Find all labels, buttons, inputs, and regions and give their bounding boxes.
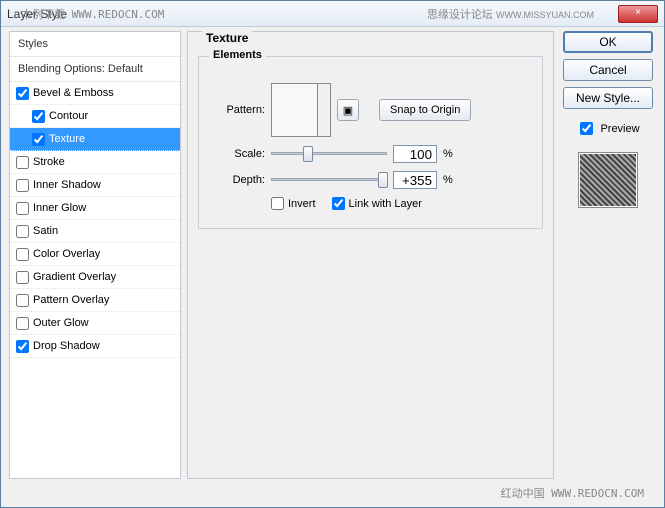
style-item-pattern-overlay[interactable]: Pattern Overlay — [10, 289, 180, 312]
preview-swatch — [578, 152, 638, 208]
invert-option[interactable]: Invert — [271, 197, 316, 210]
style-checkbox[interactable] — [16, 271, 29, 284]
style-checkbox[interactable] — [16, 202, 29, 215]
slider-thumb[interactable] — [378, 172, 388, 188]
depth-input[interactable] — [393, 171, 437, 189]
style-item-satin[interactable]: Satin — [10, 220, 180, 243]
depth-slider[interactable] — [271, 172, 387, 188]
style-checkbox[interactable] — [32, 110, 45, 123]
style-checkbox[interactable] — [32, 133, 45, 146]
scale-slider[interactable] — [271, 146, 387, 162]
new-style-button[interactable]: New Style... — [563, 87, 653, 109]
preview-checkbox[interactable] — [580, 122, 593, 135]
depth-label: Depth: — [211, 174, 265, 186]
style-label: Outer Glow — [33, 317, 89, 329]
new-preset-button[interactable]: ▣ — [337, 99, 359, 121]
preview-option[interactable]: Preview — [576, 119, 639, 138]
titlebar: Layer Style × — [1, 1, 664, 27]
style-label: Contour — [49, 110, 88, 122]
chevron-down-icon: ▾ — [324, 106, 328, 115]
elements-group: Elements Pattern: ▾ ▣ Snap to Origin Sca… — [198, 56, 543, 229]
scale-row: Scale: % — [211, 145, 530, 163]
style-item-contour[interactable]: Contour — [10, 105, 180, 128]
style-label: Inner Glow — [33, 202, 86, 214]
style-item-drop-shadow[interactable]: Drop Shadow — [10, 335, 180, 358]
page-icon: ▣ — [343, 104, 353, 117]
style-label: Texture — [49, 133, 85, 145]
blending-options[interactable]: Blending Options: Default — [10, 57, 180, 82]
style-checkbox[interactable] — [16, 248, 29, 261]
style-item-inner-glow[interactable]: Inner Glow — [10, 197, 180, 220]
style-item-bevel-emboss[interactable]: Bevel & Emboss — [10, 82, 180, 105]
slider-thumb[interactable] — [303, 146, 313, 162]
style-label: Stroke — [33, 156, 65, 168]
elements-title: Elements — [209, 49, 266, 61]
invert-checkbox[interactable] — [271, 197, 284, 210]
style-item-inner-shadow[interactable]: Inner Shadow — [10, 174, 180, 197]
styles-list: Bevel & Emboss Contour Texture Stroke Inner … — [10, 82, 180, 358]
style-item-color-overlay[interactable]: Color Overlay — [10, 243, 180, 266]
depth-row: Depth: % — [211, 171, 530, 189]
cancel-button[interactable]: Cancel — [563, 59, 653, 81]
panel-title: Texture — [202, 31, 252, 45]
snap-to-origin-button[interactable]: Snap to Origin — [379, 99, 471, 121]
style-checkbox[interactable] — [16, 179, 29, 192]
window-title: Layer Style — [7, 7, 67, 21]
pattern-label: Pattern: — [211, 104, 265, 116]
style-item-outer-glow[interactable]: Outer Glow — [10, 312, 180, 335]
layer-style-dialog: Layer Style × 本例下载 WWW.REDOCN.COM 思缘设计论坛… — [0, 0, 665, 508]
style-checkbox[interactable] — [16, 225, 29, 238]
watermark-footer: 红动中国 WWW.REDOCN.COM — [501, 485, 644, 501]
style-label: Bevel & Emboss — [33, 87, 114, 99]
style-checkbox[interactable] — [16, 156, 29, 169]
side-panel: OK Cancel New Style... Preview — [560, 31, 656, 479]
style-label: Color Overlay — [33, 248, 100, 260]
pattern-row: Pattern: ▾ ▣ Snap to Origin — [211, 83, 530, 137]
style-item-gradient-overlay[interactable]: Gradient Overlay — [10, 266, 180, 289]
close-button[interactable]: × — [618, 5, 658, 23]
style-label: Satin — [33, 225, 58, 237]
styles-header[interactable]: Styles — [10, 32, 180, 57]
style-label: Pattern Overlay — [33, 294, 109, 306]
style-item-stroke[interactable]: Stroke — [10, 151, 180, 174]
link-with-layer-option[interactable]: Link with Layer — [332, 197, 422, 210]
options-row: Invert Link with Layer — [211, 197, 530, 210]
pattern-picker[interactable]: ▾ — [271, 83, 331, 137]
texture-panel: Texture Elements Pattern: ▾ ▣ Snap to Or… — [187, 31, 554, 479]
ok-button[interactable]: OK — [563, 31, 653, 53]
style-checkbox[interactable] — [16, 87, 29, 100]
style-checkbox[interactable] — [16, 317, 29, 330]
style-label: Gradient Overlay — [33, 271, 116, 283]
style-checkbox[interactable] — [16, 294, 29, 307]
percent-unit: % — [443, 148, 457, 160]
style-item-texture[interactable]: Texture — [10, 128, 180, 151]
percent-unit: % — [443, 174, 457, 186]
link-checkbox[interactable] — [332, 197, 345, 210]
style-checkbox[interactable] — [16, 340, 29, 353]
scale-input[interactable] — [393, 145, 437, 163]
content-area: Styles Blending Options: Default Bevel &… — [9, 31, 656, 479]
style-label: Drop Shadow — [33, 340, 100, 352]
scale-label: Scale: — [211, 148, 265, 160]
style-label: Inner Shadow — [33, 179, 101, 191]
styles-panel: Styles Blending Options: Default Bevel &… — [9, 31, 181, 479]
